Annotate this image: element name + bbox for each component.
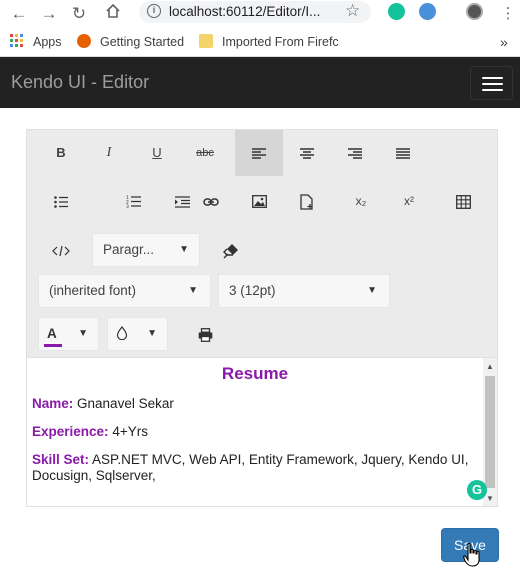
hamburger-bar bbox=[482, 83, 503, 85]
bookmark-getting-started[interactable]: Getting Started bbox=[77, 33, 184, 51]
file-add-icon bbox=[300, 193, 313, 210]
experience-value: 4+Yrs bbox=[112, 424, 148, 439]
superscript-button[interactable]: x² bbox=[385, 178, 433, 224]
view-html-button[interactable] bbox=[37, 227, 85, 273]
bookmarks-bar: Apps Getting Started Imported From Firef… bbox=[0, 28, 520, 57]
font-size-value: 3 (12pt) bbox=[229, 283, 276, 298]
apps-grid-icon bbox=[10, 34, 24, 48]
caret-down-icon: ▼ bbox=[188, 285, 198, 296]
navbar-toggle-button[interactable] bbox=[470, 66, 513, 100]
bookmark-apps[interactable]: Apps bbox=[10, 33, 62, 51]
justify-full-button[interactable] bbox=[379, 130, 427, 176]
navbar-brand[interactable]: Kendo UI - Editor bbox=[11, 72, 149, 93]
subscript-button[interactable]: x₂ bbox=[337, 178, 385, 224]
hand-cursor-icon bbox=[463, 542, 480, 567]
print-icon bbox=[198, 327, 212, 342]
bold-button[interactable]: B bbox=[37, 130, 85, 176]
create-table-button[interactable] bbox=[439, 178, 487, 224]
name-value: Gnanavel Sekar bbox=[77, 396, 174, 411]
caret-down-icon: ▼ bbox=[367, 285, 377, 296]
align-center-icon bbox=[300, 147, 314, 159]
skills-label: Skill Set: bbox=[32, 452, 90, 467]
table-icon bbox=[455, 194, 471, 209]
caret-down-icon: ▼ bbox=[179, 244, 189, 255]
kendo-editor: B I U abc 123 x₂ x² Paragr... ▼ (inherit… bbox=[26, 129, 498, 507]
format-block-dropdown[interactable]: Paragr... ▼ bbox=[92, 233, 200, 267]
justify-left-button[interactable] bbox=[235, 130, 283, 176]
bullet-list-icon bbox=[54, 195, 68, 208]
browser-menu-icon[interactable]: ⋮ bbox=[497, 3, 519, 25]
skills-value: ASP.NET MVC, Web API, Entity Framework, … bbox=[32, 452, 469, 483]
strikethrough-button[interactable]: abc bbox=[181, 130, 229, 176]
font-name-dropdown[interactable]: (inherited font) ▼ bbox=[38, 274, 211, 308]
back-color-picker[interactable]: ▼ bbox=[107, 317, 168, 351]
fore-color-letter: A bbox=[47, 326, 57, 341]
editor-content-area[interactable]: Resume Name: Gnanavel Sekar Experience: … bbox=[27, 358, 483, 506]
caret-down-icon: ▼ bbox=[147, 328, 157, 339]
clear-format-icon bbox=[223, 243, 238, 259]
insert-link-button[interactable] bbox=[187, 178, 235, 224]
code-icon bbox=[52, 245, 70, 256]
scroll-up-icon[interactable]: ▲ bbox=[486, 362, 494, 371]
bookmark-imported-folder[interactable]: Imported From Firefc bbox=[199, 33, 339, 51]
align-left-icon bbox=[252, 147, 266, 159]
profile-avatar[interactable] bbox=[466, 3, 483, 20]
bookmarks-overflow-icon[interactable]: » bbox=[500, 33, 508, 51]
experience-line: Experience: 4+Yrs bbox=[32, 424, 478, 440]
insert-file-button[interactable] bbox=[283, 178, 331, 224]
image-icon bbox=[251, 195, 267, 209]
home-icon[interactable] bbox=[102, 3, 124, 25]
svg-text:3: 3 bbox=[126, 204, 129, 208]
browser-address-bar: ← → ↻ i localhost:60112/Editor/I... ☆ ⋮ bbox=[0, 0, 520, 28]
clean-formatting-button[interactable] bbox=[207, 227, 255, 273]
caret-down-icon: ▼ bbox=[78, 328, 88, 339]
name-label: Name: bbox=[32, 396, 74, 411]
reload-icon[interactable]: ↻ bbox=[68, 3, 90, 25]
address-input[interactable]: i localhost:60112/Editor/I... ☆ bbox=[139, 1, 371, 23]
link-icon bbox=[203, 197, 219, 206]
hamburger-bar bbox=[482, 89, 503, 91]
info-icon[interactable]: i bbox=[147, 4, 161, 18]
align-right-icon bbox=[348, 147, 362, 159]
skills-line: Skill Set: ASP.NET MVC, Web API, Entity … bbox=[32, 452, 478, 484]
insert-image-button[interactable] bbox=[235, 178, 283, 224]
underline-button[interactable]: U bbox=[133, 130, 181, 176]
droplet-icon bbox=[116, 326, 128, 341]
align-justify-icon bbox=[396, 147, 410, 159]
italic-button[interactable]: I bbox=[85, 130, 133, 176]
firefox-icon bbox=[77, 34, 91, 48]
bookmark-getting-started-label: Getting Started bbox=[100, 35, 185, 49]
name-line: Name: Gnanavel Sekar bbox=[32, 396, 478, 412]
scroll-thumb[interactable] bbox=[485, 376, 495, 488]
back-icon[interactable]: ← bbox=[8, 3, 30, 25]
fore-color-swatch bbox=[44, 344, 62, 347]
bookmark-imported-label: Imported From Firefc bbox=[222, 35, 339, 49]
scroll-down-icon[interactable]: ▼ bbox=[486, 494, 494, 503]
unordered-list-button[interactable] bbox=[37, 178, 85, 224]
format-block-value: Paragr... bbox=[103, 242, 155, 257]
url-text: localhost:60112/Editor/I... bbox=[169, 4, 321, 19]
font-size-dropdown[interactable]: 3 (12pt) ▼ bbox=[218, 274, 390, 308]
hamburger-icon bbox=[482, 77, 503, 79]
experience-label: Experience: bbox=[32, 424, 109, 439]
justify-right-button[interactable] bbox=[331, 130, 379, 176]
grammarly-extension-icon[interactable] bbox=[388, 3, 405, 20]
ordered-list-button[interactable]: 123 bbox=[109, 178, 157, 224]
extension-icon[interactable] bbox=[419, 3, 436, 20]
justify-center-button[interactable] bbox=[283, 130, 331, 176]
editor-toolbar: B I U abc 123 x₂ x² Paragr... ▼ (inherit… bbox=[27, 130, 497, 358]
bookmark-apps-label: Apps bbox=[33, 35, 62, 49]
resume-heading: Resume bbox=[221, 364, 289, 383]
folder-icon bbox=[199, 34, 213, 48]
grammarly-icon[interactable]: G bbox=[467, 480, 487, 500]
bookmark-star-icon[interactable]: ☆ bbox=[345, 1, 360, 21]
numbered-list-icon: 123 bbox=[126, 195, 141, 210]
fore-color-picker[interactable]: A ▼ bbox=[38, 317, 99, 351]
app-navbar: Kendo UI - Editor bbox=[0, 57, 520, 108]
print-button[interactable] bbox=[181, 311, 229, 357]
forward-icon[interactable]: → bbox=[38, 3, 60, 25]
font-name-value: (inherited font) bbox=[49, 283, 137, 298]
